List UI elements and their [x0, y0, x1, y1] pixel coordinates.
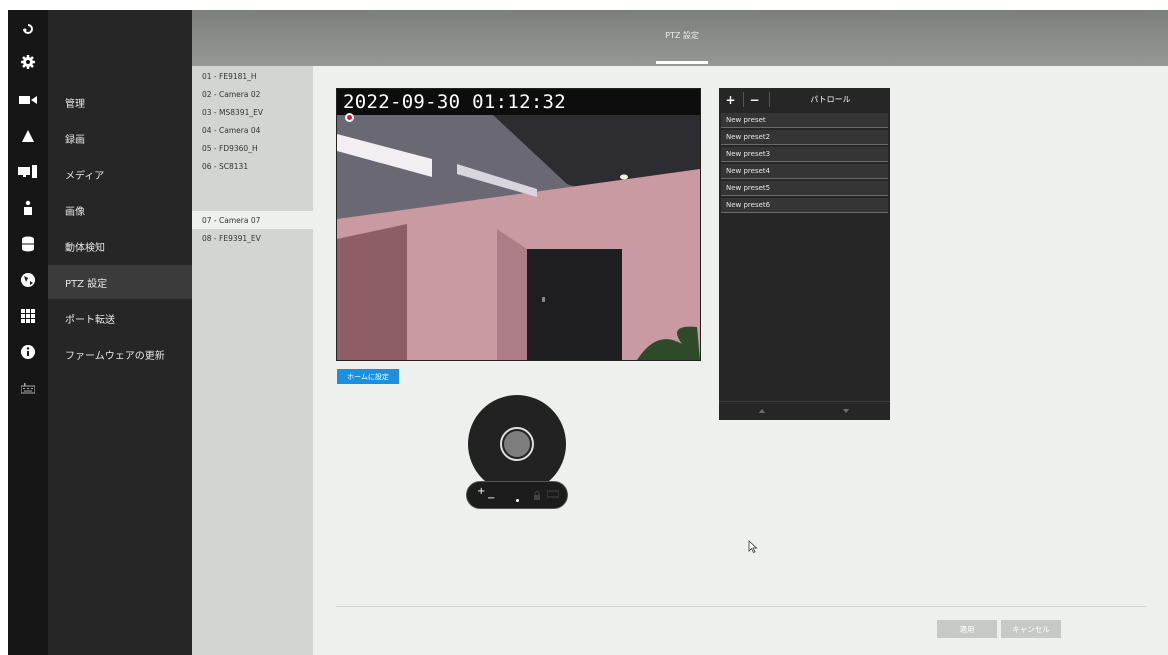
preset-list-item[interactable]: New preset6 — [721, 198, 888, 213]
camera-list-item[interactable]: 06 - SC8131 — [192, 157, 313, 175]
cancel-button[interactable]: キャンセル — [1001, 620, 1061, 638]
ptz-joystick[interactable] — [468, 395, 566, 493]
app-frame: 管理 録画 メディア 画像 動体検知 PTZ 設定 ポート転送 ファームウェアの… — [8, 10, 1168, 655]
menu-item-motion-detection[interactable]: 動体検知 — [48, 229, 192, 263]
info-icon[interactable] — [14, 340, 42, 364]
globe-icon[interactable] — [14, 268, 42, 292]
preset-list-item[interactable]: New preset — [721, 113, 888, 128]
add-preset-button[interactable]: + — [721, 88, 740, 111]
menu-item-recording[interactable]: 録画 — [48, 121, 192, 155]
preset-panel: + − パトロール New preset New preset2 New pre… — [719, 88, 890, 420]
camera-list-item[interactable]: 03 - MS8391_EV — [192, 103, 313, 121]
storage-icon[interactable] — [14, 232, 42, 256]
camera-icon[interactable] — [14, 88, 42, 112]
header-divider — [769, 92, 770, 107]
scroll-up-icon[interactable] — [759, 409, 765, 413]
camera-label: 05 - FD9360_H — [202, 143, 258, 153]
camera-list-item[interactable]: 05 - FD9360_H — [192, 139, 313, 157]
live-video-view[interactable]: 2022-09-30 01:12:32 — [336, 88, 701, 361]
footer-divider — [336, 606, 1146, 607]
preset-label: New preset6 — [726, 201, 771, 209]
zoom-control-bar: + − — [466, 481, 568, 509]
camera-label: 08 - FE9391_EV — [202, 233, 261, 243]
preset-pager — [719, 401, 890, 421]
grid-icon[interactable] — [14, 304, 42, 328]
preset-list-item[interactable]: New preset5 — [721, 181, 888, 196]
camera-list-item[interactable]: 01 - FE9181_H — [192, 67, 313, 85]
preset-list-item[interactable]: New preset4 — [721, 164, 888, 179]
menu-item-label: 動体検知 — [65, 242, 105, 254]
patrol-button[interactable]: パトロール — [771, 88, 890, 111]
camera-label: 02 - Camera 02 — [202, 89, 261, 99]
menu-item-label: 管理 — [65, 98, 85, 110]
menu-item-label: 画像 — [65, 206, 85, 218]
video-timestamp: 2022-09-30 01:12:32 — [343, 91, 567, 113]
menu-item-port-forwarding[interactable]: ポート転送 — [48, 301, 192, 335]
menu-item-ptz-settings[interactable]: PTZ 設定 — [48, 265, 192, 299]
remove-preset-button[interactable]: − — [745, 88, 764, 111]
preset-label: New preset4 — [726, 167, 771, 175]
preset-list-item[interactable]: New preset3 — [721, 147, 888, 162]
menu-item-label: ポート転送 — [65, 314, 115, 326]
camera-list-item[interactable]: 04 - Camera 04 — [192, 121, 313, 139]
apply-button[interactable]: 適用 — [937, 620, 997, 638]
camera-label: 04 - Camera 04 — [202, 125, 261, 135]
camera-list-item[interactable]: 08 - FE9391_EV — [192, 229, 313, 247]
active-tab-indicator — [656, 61, 708, 64]
user-icon[interactable] — [14, 196, 42, 220]
preset-label: New preset2 — [726, 133, 771, 141]
joystick-knob[interactable] — [504, 431, 530, 457]
video-frame-image — [337, 89, 700, 360]
zoom-out-button[interactable]: − — [487, 493, 495, 504]
lock-icon[interactable] — [533, 491, 541, 500]
menu-item-label: ファームウェアの更新 — [65, 350, 165, 362]
header-divider — [743, 92, 744, 107]
keyboard-icon[interactable] — [14, 376, 42, 400]
camera-list-item-selected[interactable]: 07 - Camera 07 — [192, 211, 313, 229]
preset-label: New preset — [726, 116, 766, 124]
camera-list: 01 - FE9181_H 02 - Camera 02 03 - MS8391… — [192, 66, 313, 655]
preset-label: New preset3 — [726, 150, 771, 158]
settings-menu: 管理 録画 メディア 画像 動体検知 PTZ 設定 ポート転送 ファームウェアの… — [48, 10, 192, 655]
preset-label: New preset5 — [726, 184, 771, 192]
menu-item-media[interactable]: メディア — [48, 157, 192, 191]
camera-label: 07 - Camera 07 — [202, 215, 261, 225]
scroll-down-icon[interactable] — [843, 409, 849, 413]
mouse-pointer-icon — [748, 540, 758, 554]
set-home-button[interactable]: ホームに設定 — [337, 369, 399, 384]
menu-item-label: メディア — [65, 170, 105, 182]
menu-item-firmware-update[interactable]: ファームウェアの更新 — [48, 337, 192, 371]
menu-item-label: 録画 — [65, 134, 85, 146]
focus-dot-icon[interactable] — [516, 499, 519, 502]
menu-item-label: PTZ 設定 — [65, 278, 108, 290]
camera-label: 01 - FE9181_H — [202, 71, 257, 81]
recording-indicator-icon — [345, 113, 354, 122]
camera-label: 03 - MS8391_EV — [202, 107, 263, 117]
alert-icon[interactable] — [14, 124, 42, 148]
menu-item-management[interactable]: 管理 — [48, 85, 192, 119]
preset-panel-header: + − パトロール — [719, 88, 890, 111]
settings-gear-icon[interactable] — [14, 50, 42, 74]
menu-item-image[interactable]: 画像 — [48, 193, 192, 227]
device-icon[interactable] — [14, 160, 42, 184]
camera-label: 06 - SC8131 — [202, 161, 249, 171]
joystick-ring — [500, 427, 534, 461]
top-header: PTZ 設定 — [192, 10, 1168, 66]
nav-logo-icon[interactable] — [14, 16, 42, 40]
zoom-in-button[interactable]: + — [477, 486, 485, 497]
icon-rail — [8, 10, 48, 655]
auto-focus-icon[interactable] — [547, 490, 559, 498]
camera-list-item[interactable]: 02 - Camera 02 — [192, 85, 313, 103]
preset-list-item[interactable]: New preset2 — [721, 130, 888, 145]
tab-ptz-settings[interactable]: PTZ 設定 — [656, 30, 708, 41]
